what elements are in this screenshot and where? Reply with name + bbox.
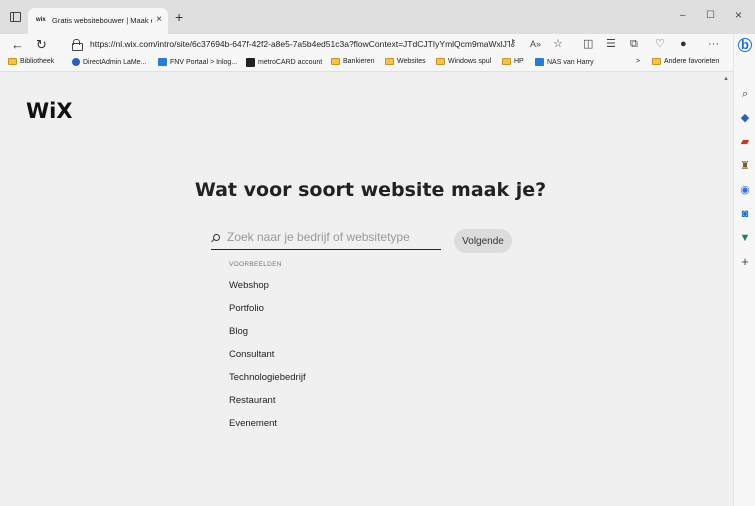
bookmark-item[interactable]: Windows spul — [436, 58, 491, 65]
next-button[interactable]: Volgende — [454, 229, 512, 253]
example-item[interactable]: Blog — [229, 326, 248, 337]
bing-icon[interactable]: b — [738, 38, 752, 52]
example-item[interactable]: Technologiebedrijf — [229, 372, 306, 383]
examples-label: VOORBEELDEN — [229, 261, 282, 268]
example-item[interactable]: Consultant — [229, 349, 274, 360]
example-item[interactable]: Restaurant — [229, 395, 275, 406]
favorite-star-icon[interactable]: ☆ — [553, 37, 563, 51]
tools-icon[interactable]: ▰ — [739, 136, 751, 148]
search-field[interactable] — [211, 226, 441, 250]
edge-sidebar: b ⌕ ◆ ▰ ♜ ◉ ◙ ▼ + — [733, 34, 755, 506]
browser-window: wix Gratis websitebouwer | Maak een × + … — [0, 0, 755, 506]
wix-logo[interactable]: WiX — [26, 99, 73, 123]
folder-icon — [385, 58, 394, 65]
example-item[interactable]: Portfolio — [229, 303, 264, 314]
nas-icon — [535, 58, 544, 66]
wix-favicon-icon: wix — [36, 17, 46, 23]
bookmarks-overflow-button[interactable]: > — [636, 58, 640, 65]
search-icon[interactable]: ⌕ — [739, 88, 751, 100]
search-input[interactable] — [227, 228, 437, 246]
tab-title: Gratis websitebouwer | Maak een — [52, 16, 152, 25]
restore-button[interactable]: ☐ — [706, 10, 715, 21]
search-icon — [213, 234, 220, 241]
bookmark-item[interactable]: FNV Portaal > Inlog... — [158, 58, 237, 66]
shopping-tag-icon[interactable]: ◆ — [739, 112, 751, 124]
bookmark-item[interactable]: HP — [502, 58, 524, 65]
bookmarks-bar: Bibliotheek DirectAdmin LaMe... FNV Port… — [0, 56, 755, 72]
add-icon[interactable]: + — [739, 255, 751, 268]
tab-active[interactable]: wix Gratis websitebouwer | Maak een × — [28, 8, 168, 34]
back-button[interactable]: ← — [11, 37, 24, 52]
refresh-button[interactable]: ↻ — [36, 37, 47, 52]
bookmark-item[interactable]: NAS van Harry — [535, 58, 594, 66]
window-close-button[interactable]: × — [735, 8, 742, 22]
profile-avatar-icon[interactable]: ● — [680, 37, 687, 51]
tab-strip: wix Gratis websitebouwer | Maak een × + … — [0, 0, 755, 34]
fnv-icon — [158, 58, 167, 66]
other-favorites[interactable]: Andere favorieten — [652, 58, 719, 65]
page-title: Wat voor soort website maak je? — [194, 179, 547, 201]
split-screen-icon[interactable]: ◫ — [583, 37, 593, 51]
games-icon[interactable]: ♜ — [739, 160, 751, 172]
new-tab-button[interactable]: + — [175, 10, 183, 24]
collections-icon[interactable]: ⧉ — [630, 37, 638, 51]
folder-icon — [8, 58, 17, 65]
folder-icon — [331, 58, 340, 65]
office-icon[interactable]: ◉ — [739, 184, 751, 196]
drop-icon[interactable]: ▼ — [739, 232, 751, 244]
lock-icon[interactable] — [72, 39, 83, 51]
key-icon[interactable]: ⚷ — [509, 37, 516, 51]
address-bar[interactable]: https://nl.wix.com/intro/site/6c37694b-6… — [64, 36, 550, 54]
read-aloud-icon[interactable]: A» — [530, 37, 541, 51]
bookmark-item[interactable]: Websites — [385, 58, 426, 65]
address-bar-row: ← ↻ https://nl.wix.com/intro/site/6c3769… — [0, 34, 755, 56]
directadmin-icon — [72, 58, 80, 66]
performance-icon[interactable]: ♡ — [655, 37, 665, 51]
favorites-list-icon[interactable]: ☰ — [606, 37, 616, 51]
scroll-up-arrow[interactable]: ▲ — [723, 76, 729, 82]
tab-close-icon[interactable]: × — [156, 14, 162, 25]
outlook-icon[interactable]: ◙ — [739, 208, 751, 220]
example-item[interactable]: Webshop — [229, 280, 269, 291]
tab-actions-icon[interactable] — [10, 12, 21, 22]
minimize-button[interactable]: – — [680, 10, 686, 21]
bookmark-item[interactable]: Bibliotheek — [8, 58, 54, 65]
bookmark-item[interactable]: DirectAdmin LaMe... — [72, 58, 146, 66]
folder-icon — [652, 58, 661, 65]
metrocard-icon — [246, 58, 255, 67]
bookmark-item[interactable]: metroCARD account — [246, 58, 322, 67]
example-item[interactable]: Evenement — [229, 418, 277, 429]
bookmark-item[interactable]: Bankieren — [331, 58, 375, 65]
folder-icon — [502, 58, 511, 65]
folder-icon — [436, 58, 445, 65]
page-content — [0, 73, 733, 506]
url-text[interactable]: https://nl.wix.com/intro/site/6c37694b-6… — [90, 39, 510, 49]
more-icon[interactable]: ··· — [708, 37, 719, 51]
